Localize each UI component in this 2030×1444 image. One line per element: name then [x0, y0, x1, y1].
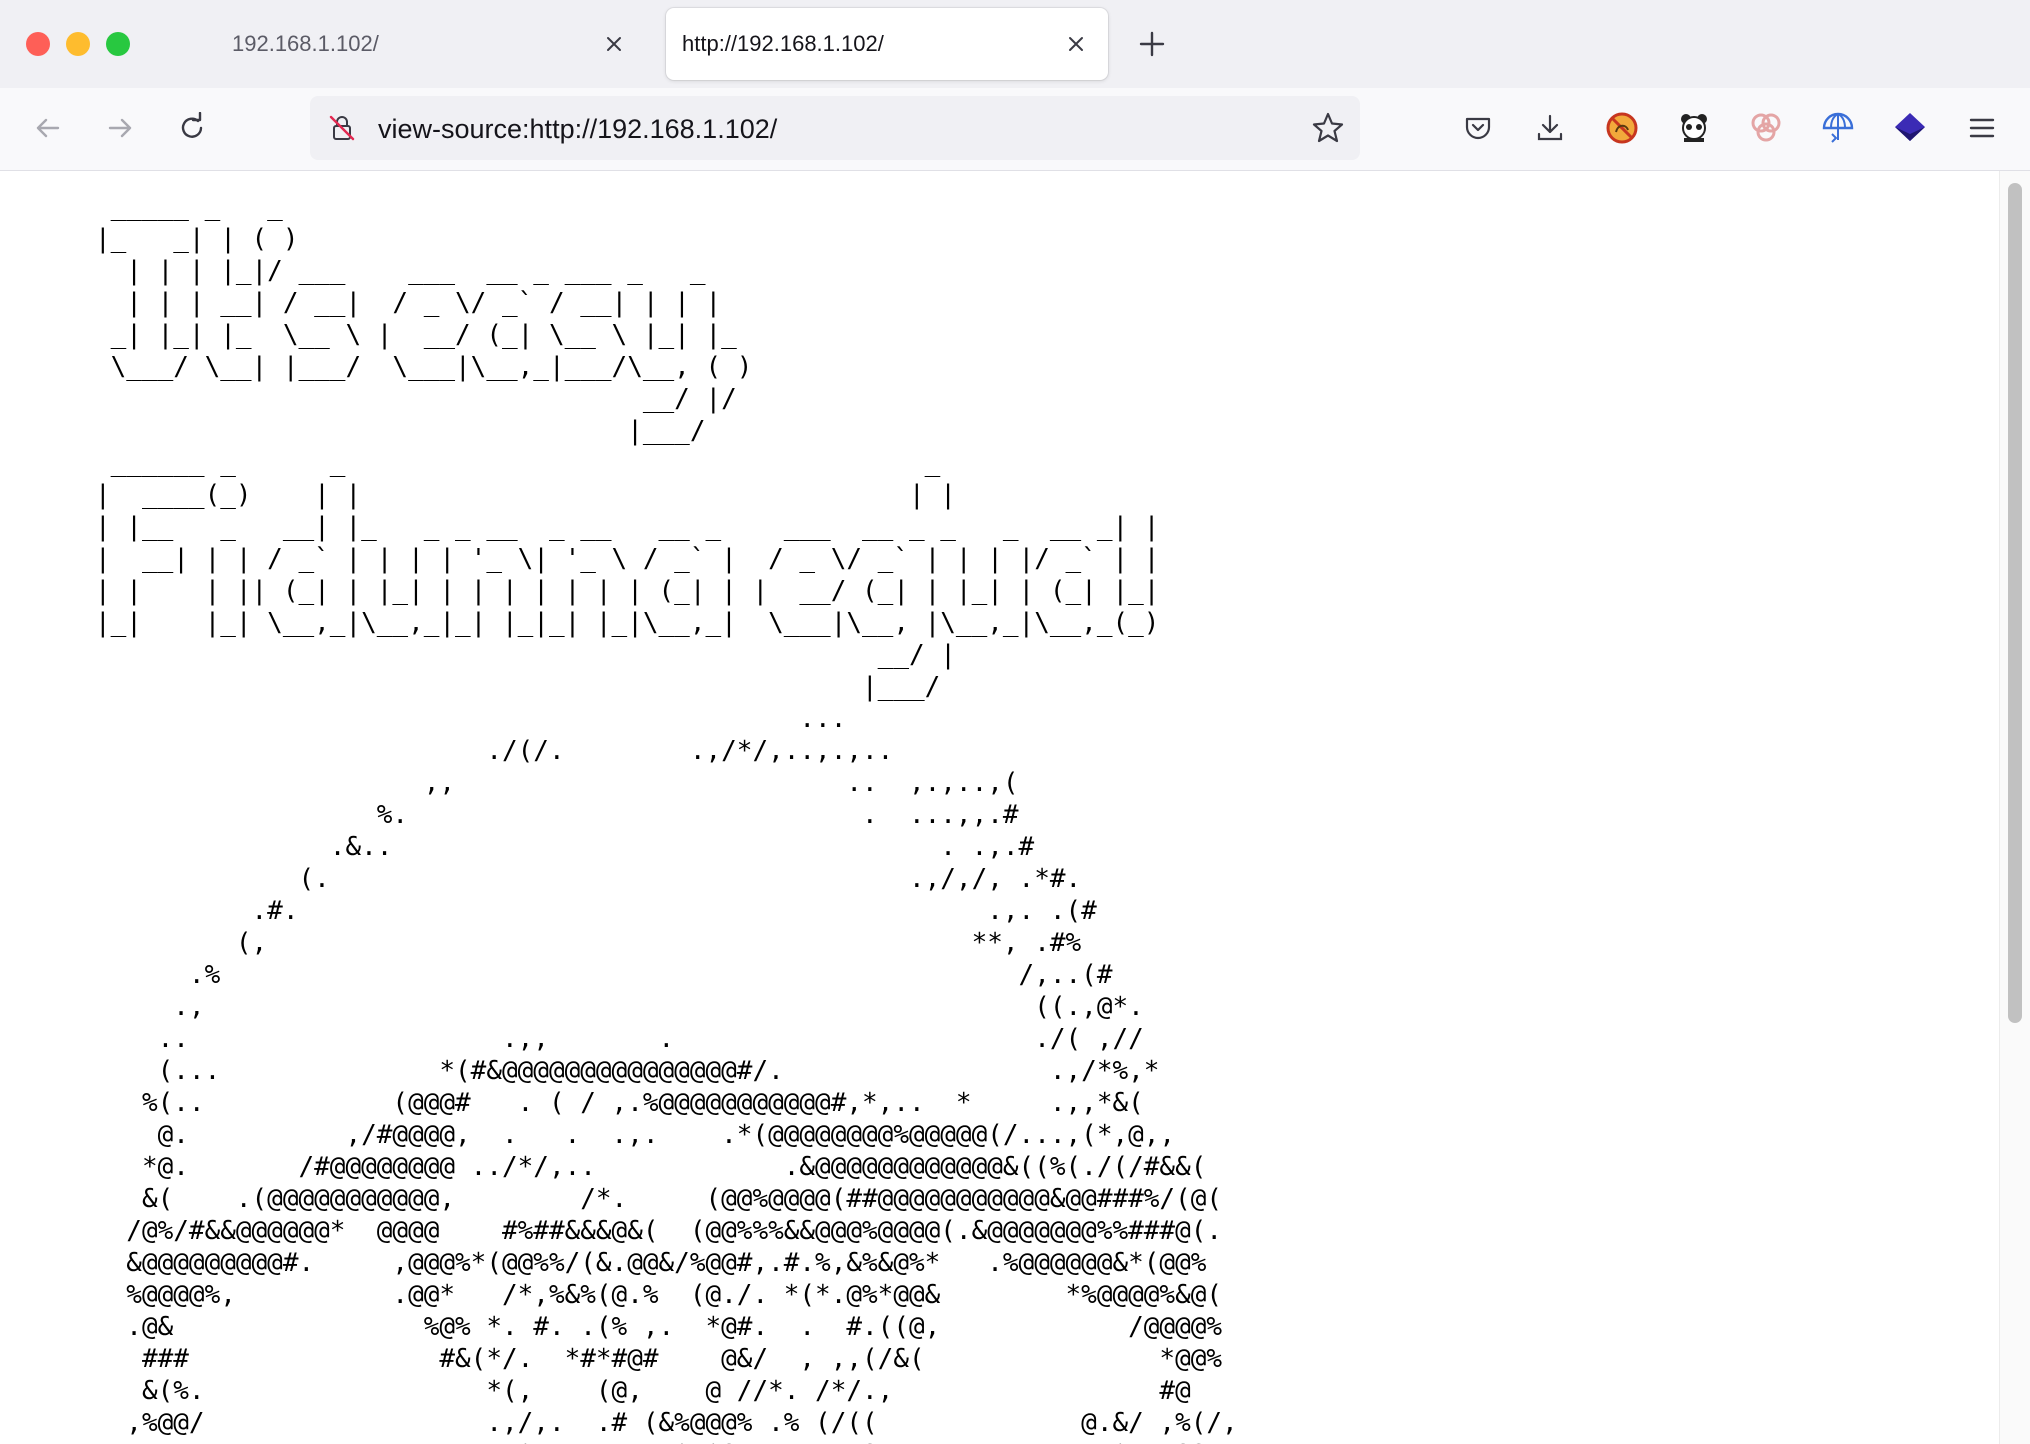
bookmark-star-icon[interactable]	[1310, 110, 1346, 146]
page-source-text: _____ _ _ |_ _| | ( ) | | | |_|/ ___ ___…	[95, 192, 1253, 1444]
address-bar[interactable]: view-source:http://192.168.1.102/	[310, 96, 1360, 160]
back-arrow-icon[interactable]	[28, 108, 68, 148]
window-minimize-button[interactable]	[66, 32, 90, 56]
close-tab-icon[interactable]	[1062, 30, 1090, 58]
address-input[interactable]: view-source:http://192.168.1.102/	[378, 114, 777, 145]
extension-panda-icon[interactable]	[1674, 108, 1714, 148]
downloads-icon[interactable]	[1530, 108, 1570, 148]
window-maximize-button[interactable]	[106, 32, 130, 56]
reload-icon[interactable]	[172, 108, 212, 148]
tab-inactive[interactable]: 192.168.1.102/	[216, 8, 646, 80]
window-close-button[interactable]	[26, 32, 50, 56]
insecure-lock-icon[interactable]	[326, 112, 358, 144]
scrollbar-thumb[interactable]	[2008, 183, 2022, 1023]
close-tab-icon[interactable]	[600, 30, 628, 58]
tab-label: 192.168.1.102/	[232, 31, 379, 56]
pocket-icon[interactable]	[1458, 108, 1498, 148]
extension-circles-icon[interactable]	[1746, 108, 1786, 148]
page-content: _____ _ _ |_ _| | ( ) | | | |_|/ ___ ___…	[0, 171, 2000, 1444]
forward-arrow-icon[interactable]	[100, 108, 140, 148]
extension-blocker-icon[interactable]	[1602, 108, 1642, 148]
tab-label: http://192.168.1.102/	[682, 31, 884, 56]
vertical-scrollbar[interactable]	[1999, 171, 2030, 1444]
extension-vpn-icon[interactable]	[1818, 108, 1858, 148]
tab-strip: 192.168.1.102/ http://192.168.1.102/	[0, 0, 2030, 88]
extension-layers-icon[interactable]	[1890, 108, 1930, 148]
navigation-toolbar: view-source:http://192.168.1.102/	[0, 88, 2030, 171]
tab-active[interactable]: http://192.168.1.102/	[666, 8, 1108, 80]
new-tab-icon[interactable]	[1134, 26, 1170, 62]
menu-icon[interactable]	[1962, 108, 2002, 148]
